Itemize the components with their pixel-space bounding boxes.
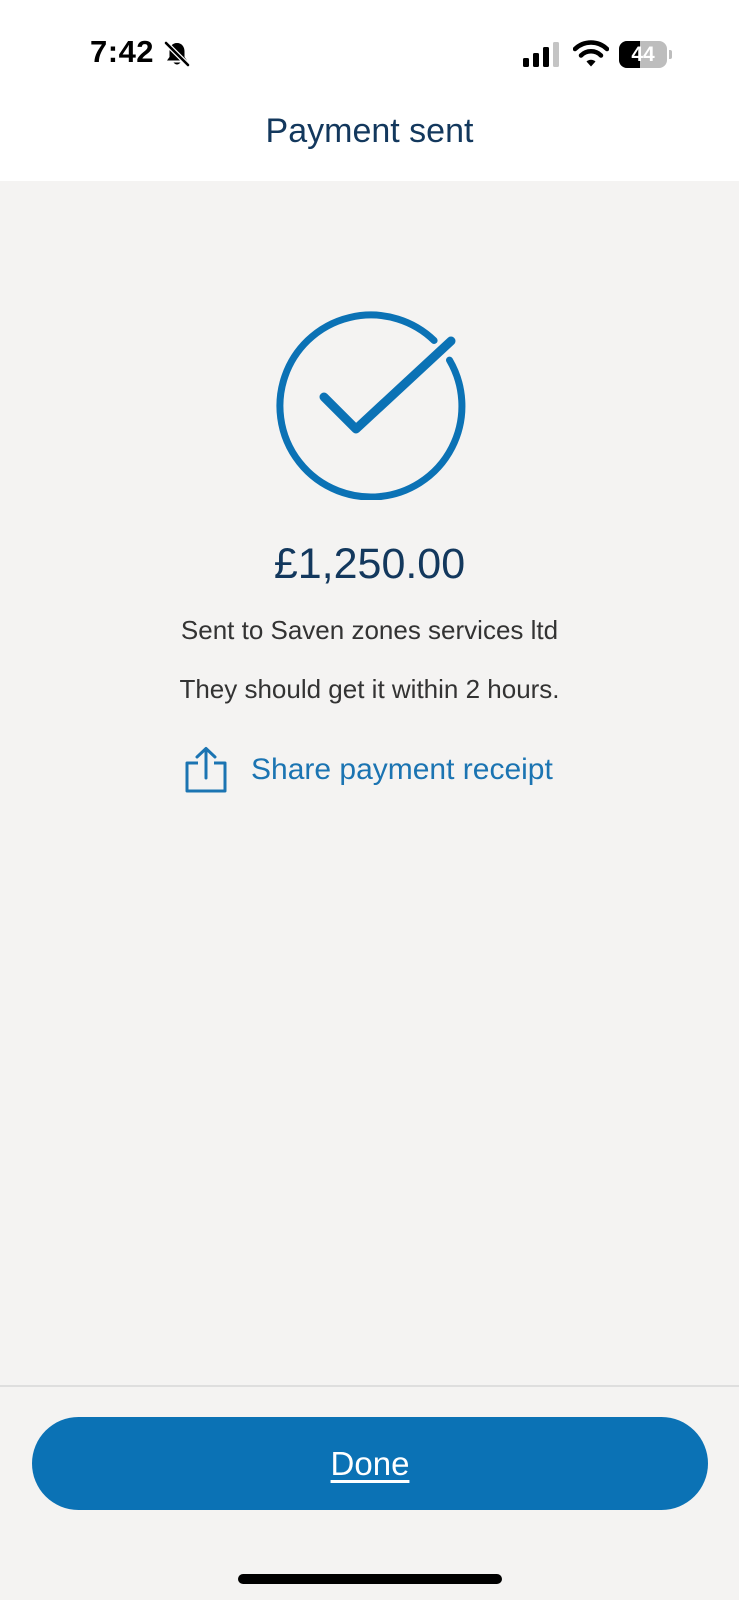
done-button[interactable]: Done xyxy=(32,1417,708,1510)
share-icon xyxy=(185,747,227,793)
share-receipt-label: Share payment receipt xyxy=(251,753,553,786)
page-title: Payment sent xyxy=(265,112,474,150)
status-time: 7:42 xyxy=(90,34,155,69)
footer-divider xyxy=(0,1385,739,1387)
recipient-text: Sent to Saven zones services ltd xyxy=(180,615,559,645)
payment-amount: £1,250.00 xyxy=(273,540,466,588)
status-bar: 7:42 44 xyxy=(0,0,739,100)
battery-icon: 44 xyxy=(619,41,672,68)
share-receipt-link[interactable]: Share payment receipt xyxy=(183,745,553,795)
home-indicator[interactable] xyxy=(238,1574,502,1584)
checkmark-circle-icon xyxy=(276,311,466,500)
delivery-eta-text: They should get it within 2 hours. xyxy=(179,674,560,704)
header-area: 7:42 44 Payment sent xyxy=(0,0,739,181)
bell-slash-icon xyxy=(164,41,190,67)
cellular-signal-icon xyxy=(523,42,559,67)
battery-level: 44 xyxy=(631,43,655,66)
wifi-icon xyxy=(573,40,609,67)
